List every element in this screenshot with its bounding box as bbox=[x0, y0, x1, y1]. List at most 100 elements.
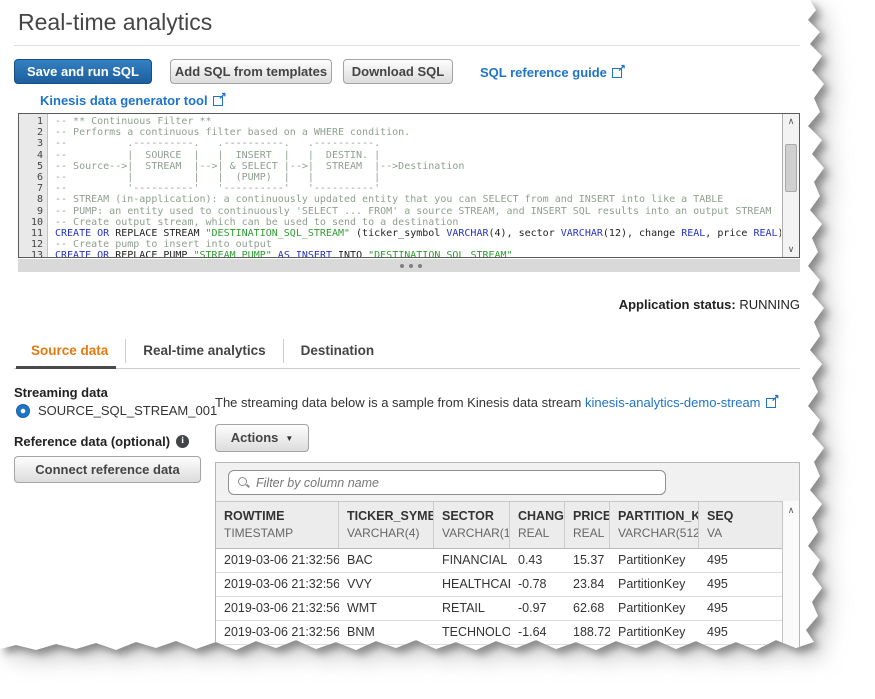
line-number: 1 bbox=[19, 116, 48, 127]
code-line: CREATE OR REPLACE PUMP "STREAM_PUMP" AS … bbox=[55, 250, 781, 258]
table-cell: -1.64 bbox=[510, 621, 565, 644]
download-sql-button[interactable]: Download SQL bbox=[343, 59, 453, 84]
application-status: Application status: RUNNING bbox=[0, 297, 800, 312]
streaming-data-label: Streaming data bbox=[14, 385, 108, 400]
external-link-icon bbox=[213, 95, 225, 106]
line-number: 11 bbox=[19, 228, 48, 239]
code-line: -- | SOURCE | | INSERT | | DESTIN. | bbox=[55, 150, 781, 161]
code-line: -- Create pump to insert into output bbox=[55, 239, 781, 250]
table-cell: VVY bbox=[339, 573, 434, 596]
external-link-icon bbox=[766, 397, 778, 408]
active-tab-underline bbox=[16, 366, 116, 369]
page-title: Real-time analytics bbox=[18, 9, 212, 36]
table-row[interactable]: 2019-03-06 21:32:56.882BACFINANCIAL0.431… bbox=[216, 549, 784, 573]
editor-resize-handle[interactable] bbox=[18, 259, 800, 272]
table-cell: 2019-03-06 21:32:56.882 bbox=[216, 621, 339, 644]
code-line: -- | | | (PUMP) | | | bbox=[55, 172, 781, 183]
kinesis-data-generator-link[interactable]: Kinesis data generator tool bbox=[40, 92, 225, 110]
table-cell: TECHNOLOGY bbox=[434, 621, 510, 644]
editor-scrollbar[interactable]: ∧ ∨ bbox=[782, 114, 799, 257]
table-cell: BNM bbox=[339, 621, 434, 644]
stream-radio-row[interactable]: SOURCE_SQL_STREAM_001 bbox=[16, 403, 217, 418]
screenshot-stage: Real-time analytics Save and run SQL Add… bbox=[0, 0, 875, 699]
external-link-icon bbox=[612, 67, 624, 78]
table-row[interactable]: 2019-03-06 21:32:56.882BNMTECHNOLOGY-1.6… bbox=[216, 621, 784, 645]
drag-handle-icon bbox=[409, 264, 413, 268]
scroll-up-icon[interactable]: ∧ bbox=[783, 505, 799, 516]
scroll-up-icon[interactable]: ∧ bbox=[783, 116, 799, 127]
column-header: ROWTIMETIMESTAMP bbox=[216, 502, 339, 548]
scrollbar-thumb[interactable] bbox=[785, 144, 797, 192]
line-number: 9 bbox=[19, 206, 48, 217]
table-cell: FINANCIAL bbox=[434, 549, 510, 572]
filter-strip bbox=[216, 463, 799, 501]
code-line: -- ** Continuous Filter ** bbox=[55, 116, 781, 127]
filter-input[interactable] bbox=[256, 476, 657, 490]
tab-bar: Source data Real-time analytics Destinat… bbox=[14, 337, 391, 364]
application-status-label: Application status: bbox=[619, 297, 736, 312]
stream-name: SOURCE_SQL_STREAM_001 bbox=[38, 403, 217, 418]
line-number: 4 bbox=[19, 150, 48, 161]
table-cell: 0.43 bbox=[510, 549, 565, 572]
table-cell: PartitionKey bbox=[610, 549, 699, 572]
filter-box[interactable] bbox=[228, 470, 666, 495]
results-panel: ROWTIMETIMESTAMPTICKER_SYMBOLVARCHAR(4)S… bbox=[215, 462, 800, 655]
table-cell: 62.68 bbox=[565, 597, 610, 620]
application-status-value: RUNNING bbox=[739, 297, 800, 312]
add-sql-from-templates-button[interactable]: Add SQL from templates bbox=[170, 59, 332, 84]
table-row[interactable]: 2019-03-06 21:32:56.882WMTRETAIL-0.9762.… bbox=[216, 597, 784, 621]
code-line: -- Create output stream, which can be us… bbox=[55, 217, 781, 228]
column-header: PRICEREAL bbox=[565, 502, 610, 548]
save-and-run-sql-button[interactable]: Save and run SQL bbox=[14, 59, 152, 84]
tab-real-time-analytics[interactable]: Real-time analytics bbox=[126, 337, 282, 364]
table-cell: HEALTHCARE bbox=[434, 573, 510, 596]
table-cell: PartitionKey bbox=[610, 573, 699, 596]
radio-selected-icon[interactable] bbox=[16, 404, 30, 418]
table-row[interactable]: 2019-03-06 21:32:56.882VVYHEALTHCARE-0.7… bbox=[216, 573, 784, 597]
table-cell: 2019-03-06 21:32:56.882 bbox=[216, 573, 339, 596]
table-cell: 495 bbox=[699, 549, 784, 572]
table-cell: 495 bbox=[699, 621, 784, 644]
code-line: -- STREAM (in-application): a continuous… bbox=[55, 194, 781, 205]
tab-source-data[interactable]: Source data bbox=[14, 337, 125, 364]
search-icon bbox=[237, 476, 250, 489]
connect-reference-data-button[interactable]: Connect reference data bbox=[14, 456, 201, 483]
console-page: Real-time analytics Save and run SQL Add… bbox=[0, 0, 830, 655]
demo-stream-link[interactable]: kinesis-analytics-demo-stream bbox=[585, 395, 761, 410]
tab-destination[interactable]: Destination bbox=[284, 337, 392, 364]
info-icon[interactable]: i bbox=[176, 435, 189, 448]
chevron-down-icon: ▼ bbox=[285, 434, 293, 443]
line-number: 2 bbox=[19, 127, 48, 138]
table-cell: 2019-03-06 21:32:56.882 bbox=[216, 597, 339, 620]
code-line: -- PUMP: an entity used to continuously … bbox=[55, 206, 781, 217]
table-scrollbar[interactable]: ∧ bbox=[782, 501, 799, 655]
code-line: -- .----------. .----------. .----------… bbox=[55, 138, 781, 149]
table-cell: -0.78 bbox=[510, 573, 565, 596]
table-header-row: ROWTIMETIMESTAMPTICKER_SYMBOLVARCHAR(4)S… bbox=[216, 501, 784, 549]
table-body: 2019-03-06 21:32:56.882BACFINANCIAL0.431… bbox=[216, 549, 784, 655]
sql-reference-guide-link[interactable]: SQL reference guide bbox=[480, 64, 624, 82]
sql-editor[interactable]: 12345678910111213 -- ** Continuous Filte… bbox=[18, 113, 800, 258]
line-number: 10 bbox=[19, 217, 48, 228]
line-number: 3 bbox=[19, 138, 48, 149]
table-cell: 23.84 bbox=[565, 573, 610, 596]
table-cell: -0.97 bbox=[510, 597, 565, 620]
title-divider bbox=[14, 45, 800, 46]
column-header: SEQVA bbox=[699, 502, 784, 548]
line-number: 13 bbox=[19, 250, 48, 258]
table-cell: WMT bbox=[339, 597, 434, 620]
tabs-divider bbox=[14, 368, 800, 369]
line-number: 8 bbox=[19, 194, 48, 205]
table-cell: PartitionKey bbox=[610, 621, 699, 644]
table-cell: BAC bbox=[339, 549, 434, 572]
editor-code[interactable]: -- ** Continuous Filter **-- Performs a … bbox=[55, 116, 781, 258]
line-number: 6 bbox=[19, 172, 48, 183]
scroll-down-icon[interactable]: ∨ bbox=[783, 244, 799, 255]
torn-paper-wrap: Real-time analytics Save and run SQL Add… bbox=[0, 0, 830, 655]
actions-dropdown-button[interactable]: Actions▼ bbox=[215, 424, 309, 452]
column-header: SECTORVARCHAR(16) bbox=[434, 502, 510, 548]
code-line: -- Performs a continuous filter based on… bbox=[55, 127, 781, 138]
table-cell: 495 bbox=[699, 597, 784, 620]
table-cell: PartitionKey bbox=[610, 597, 699, 620]
line-number: 5 bbox=[19, 161, 48, 172]
